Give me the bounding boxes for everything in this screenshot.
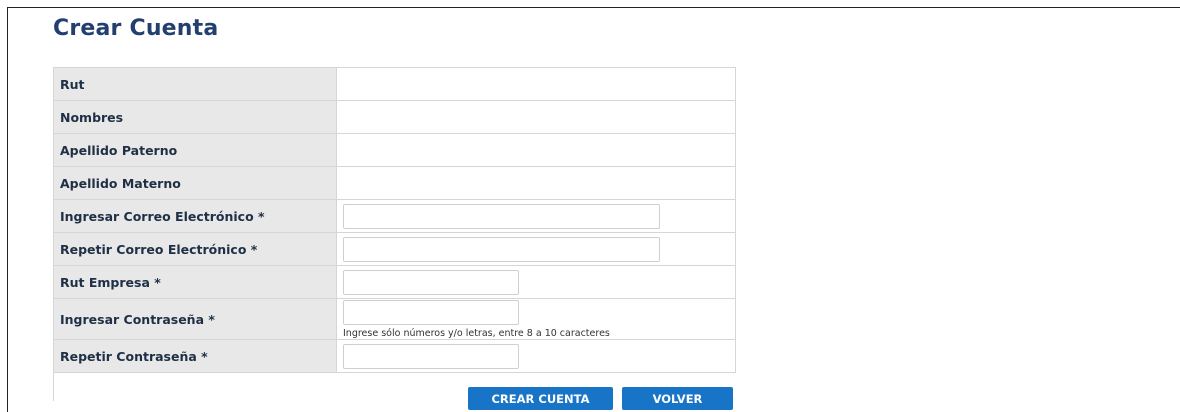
password-confirm-label: Repetir Contraseña *: [53, 339, 337, 373]
form-row-nombres: Nombres: [53, 100, 736, 134]
form-row-password-confirm: Repetir Contraseña *: [53, 339, 736, 373]
email-label: Ingresar Correo Electrónico *: [53, 199, 337, 233]
form-row-rut-empresa: Rut Empresa *: [53, 265, 736, 299]
back-button[interactable]: VOLVER: [622, 387, 733, 410]
form-row-apellido-materno: Apellido Materno: [53, 166, 736, 200]
nombres-value: [336, 100, 736, 134]
page-frame-left: [7, 7, 8, 412]
apellido-materno-value: [336, 166, 736, 200]
form-row-rut: Rut: [53, 67, 736, 101]
email-field[interactable]: [343, 203, 660, 229]
password-field[interactable]: [343, 299, 519, 325]
email-confirm-label: Repetir Correo Electrónico *: [53, 232, 337, 266]
password-label: Ingresar Contraseña *: [53, 298, 337, 340]
page-frame-top: [7, 7, 1180, 8]
apellido-materno-label: Apellido Materno: [53, 166, 337, 200]
password-confirm-field[interactable]: [343, 343, 519, 369]
form-row-password: Ingresar Contraseña * Ingrese sólo númer…: [53, 298, 736, 340]
password-hint: Ingrese sólo números y/o letras, entre 8…: [343, 327, 610, 339]
rut-empresa-label: Rut Empresa *: [53, 265, 337, 299]
rut-value: [336, 67, 736, 101]
form-row-email: Ingresar Correo Electrónico *: [53, 199, 736, 233]
email-confirm-field[interactable]: [343, 236, 660, 262]
nombres-label: Nombres: [53, 100, 337, 134]
rut-label: Rut: [53, 67, 337, 101]
apellido-paterno-label: Apellido Paterno: [53, 133, 337, 167]
form-row-email-confirm: Repetir Correo Electrónico *: [53, 232, 736, 266]
rut-empresa-field[interactable]: [343, 269, 519, 295]
apellido-paterno-value: [336, 133, 736, 167]
create-account-form: Rut Nombres Apellido Paterno Apellido Ma…: [53, 67, 736, 401]
create-account-button[interactable]: CREAR CUENTA: [468, 387, 613, 410]
form-row-apellido-paterno: Apellido Paterno: [53, 133, 736, 167]
page-title: Crear Cuenta: [53, 16, 219, 41]
